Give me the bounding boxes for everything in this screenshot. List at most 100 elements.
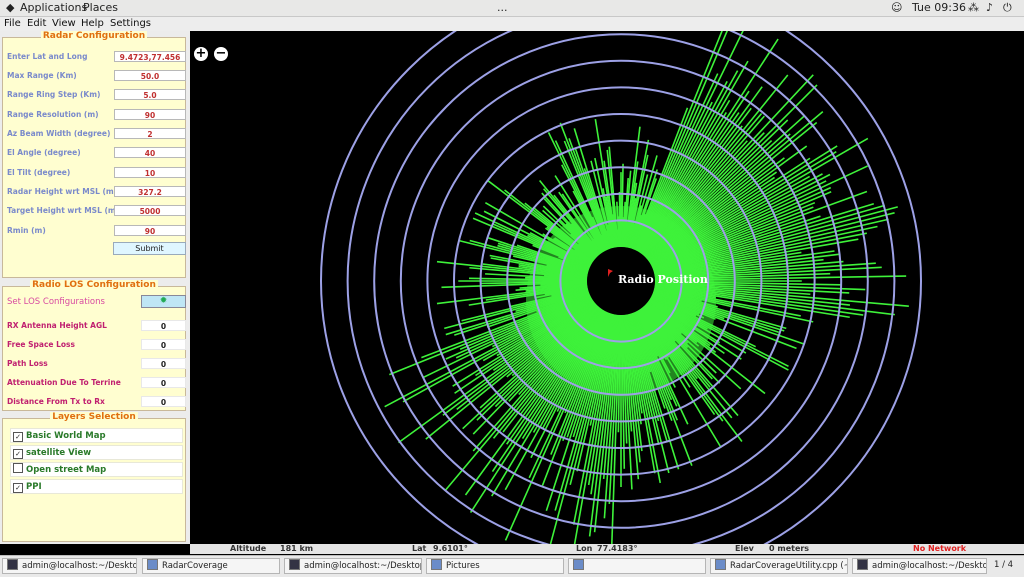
layer-satellite-view[interactable]: ✓ satellite View: [10, 445, 183, 460]
terminal-icon: [7, 559, 18, 570]
rx-antenna-height-value: 0: [141, 320, 186, 331]
gear-icon: ✹: [159, 296, 168, 306]
altitude-value: 181 km: [280, 544, 314, 553]
zoom-in-button[interactable]: +: [194, 47, 208, 61]
radio-los-title: Radio LOS Configuration: [30, 280, 158, 290]
distance-tx-rx-value: 0: [141, 396, 186, 407]
system-top-bar: ◆ Applications Places ... ☺ Tue 09:36 ⁂ …: [0, 0, 1024, 17]
layer-label: Open street Map: [26, 465, 107, 475]
path-loss-label: Path Loss: [7, 359, 48, 368]
folder-icon: [431, 559, 442, 570]
status-bar: Altitude 181 km Lat 9.6101° Lon 77.4183°…: [190, 544, 1024, 554]
menu-help[interactable]: Help: [81, 18, 104, 29]
terminal-icon: [857, 559, 868, 570]
layer-label: Basic World Map: [26, 431, 106, 441]
menu-edit[interactable]: Edit: [27, 18, 46, 29]
taskbar-label: RadarCoverage: [162, 561, 228, 571]
max-range-input[interactable]: 50.0: [114, 70, 186, 81]
checkbox-checked-icon[interactable]: ✓: [13, 483, 23, 493]
layer-ppi[interactable]: ✓ PPI: [10, 479, 183, 494]
taskbar-item-terminal[interactable]: admin@localhost:~/Desktop...: [852, 558, 987, 574]
rx-antenna-height-label: RX Antenna Height AGL: [7, 321, 107, 330]
attenuation-label: Attenuation Due To Terrine: [7, 378, 121, 387]
free-space-loss-label: Free Space Loss: [7, 340, 75, 349]
places-menu[interactable]: Places: [83, 1, 118, 14]
radar-configuration-panel: Radar Configuration Enter Lat and Long 9…: [2, 31, 186, 278]
menu-file[interactable]: File: [4, 18, 21, 29]
el-tilt-label: El Tilt (degree): [7, 168, 71, 177]
layer-open-street-map[interactable]: Open street Map: [10, 462, 183, 477]
range-resolution-input[interactable]: 90: [114, 109, 186, 120]
map-canvas[interactable]: Radio Position + −: [190, 31, 1024, 544]
range-ring-step-input[interactable]: 5.0: [114, 89, 186, 100]
applications-menu[interactable]: Applications: [20, 1, 87, 14]
range-ring-step-label: Range Ring Step (Km): [7, 90, 101, 99]
target-height-label: Target Height wrt MSL (m): [7, 206, 120, 215]
set-los-button[interactable]: ✹: [141, 295, 186, 308]
app-window-icon: [573, 559, 584, 570]
radar-position-label: Radio Position: [618, 273, 708, 286]
taskbar-item-pictures[interactable]: Pictures: [426, 558, 564, 574]
taskbar-item-terminal[interactable]: admin@localhost:~/Desktop...: [284, 558, 422, 574]
taskbar-item-editor[interactable]: RadarCoverageUtility.cpp (~/...: [710, 558, 848, 574]
lat-long-label: Enter Lat and Long: [7, 52, 88, 61]
lon-label: Lon: [576, 544, 593, 553]
menu-settings[interactable]: Settings: [110, 18, 151, 29]
power-icon[interactable]: ⏻: [1003, 1, 1012, 15]
range-resolution-label: Range Resolution (m): [7, 110, 99, 119]
configuration-sidebar: Radar Configuration Enter Lat and Long 9…: [0, 31, 190, 544]
radio-los-panel: Radio LOS Configuration Set LOS Configur…: [2, 280, 186, 411]
clock[interactable]: Tue 09:36: [912, 1, 966, 14]
applications-icon[interactable]: ◆: [6, 1, 14, 14]
path-loss-value: 0: [141, 358, 186, 369]
set-los-label: Set LOS Configurations: [7, 297, 105, 307]
radar-config-title: Radar Configuration: [40, 31, 148, 41]
menu-view[interactable]: View: [52, 18, 76, 29]
radar-coverage-plot: Radio Position: [320, 31, 922, 544]
taskbar-label: admin@localhost:~/Desktop...: [304, 561, 422, 571]
az-beam-width-input[interactable]: 2: [114, 128, 186, 139]
checkbox-checked-icon[interactable]: ✓: [13, 432, 23, 442]
zoom-out-button[interactable]: −: [214, 47, 228, 61]
layers-title: Layers Selection: [50, 412, 138, 422]
workspace-pager[interactable]: 1 / 4: [994, 560, 1013, 570]
radar-height-input[interactable]: 327.2: [114, 186, 186, 197]
target-height-input[interactable]: 5000: [114, 205, 186, 216]
taskbar-label: Pictures: [446, 561, 480, 571]
radar-height-label: Radar Height wrt MSL (m): [7, 187, 118, 196]
network-icon[interactable]: ⁂: [968, 1, 979, 14]
volume-icon[interactable]: ♪: [986, 1, 993, 14]
lon-value: 77.4183°: [597, 544, 638, 553]
elev-value: 0 meters: [769, 544, 810, 553]
text-editor-icon: [715, 559, 726, 570]
taskbar-label: RadarCoverageUtility.cpp (~/...: [730, 561, 847, 571]
avatar-icon[interactable]: ☺: [891, 1, 902, 14]
taskbar-label: admin@localhost:~/Desktop...: [872, 561, 987, 571]
layers-selection-panel: Layers Selection ✓ Basic World Map ✓ satel…: [2, 412, 186, 542]
elev-label: Elev: [735, 544, 754, 553]
window-title-placeholder: ...: [497, 1, 508, 14]
checkbox-checked-icon[interactable]: ✓: [13, 449, 23, 459]
taskbar-item-app[interactable]: [568, 558, 706, 574]
lat-long-input[interactable]: 9.4723,77.456: [114, 51, 186, 62]
taskbar-item-radarcoverage[interactable]: RadarCoverage: [142, 558, 280, 574]
terminal-icon: [289, 559, 300, 570]
window-list-taskbar: admin@localhost:~/Desktop... RadarCovera…: [0, 555, 1024, 577]
attenuation-value: 0: [141, 377, 186, 388]
network-status: No Network: [913, 544, 967, 553]
layer-label: PPI: [26, 482, 42, 492]
lat-value: 9.6101°: [433, 544, 468, 553]
checkbox-unchecked-icon[interactable]: [13, 463, 23, 473]
layer-label: satellite View: [26, 448, 92, 458]
rmin-input[interactable]: 90: [114, 225, 186, 236]
layer-basic-world-map[interactable]: ✓ Basic World Map: [10, 428, 183, 443]
rmin-label: Rmin (m): [7, 226, 46, 235]
az-beam-width-label: Az Beam Width (degree): [7, 129, 111, 138]
altitude-label: Altitude: [230, 544, 267, 553]
submit-button[interactable]: Submit: [113, 242, 186, 255]
el-angle-input[interactable]: 40: [114, 147, 186, 158]
taskbar-label: admin@localhost:~/Desktop...: [22, 561, 137, 571]
max-range-label: Max Range (Km): [7, 71, 77, 80]
el-tilt-input[interactable]: 10: [114, 167, 186, 178]
taskbar-item-terminal[interactable]: admin@localhost:~/Desktop...: [2, 558, 137, 574]
